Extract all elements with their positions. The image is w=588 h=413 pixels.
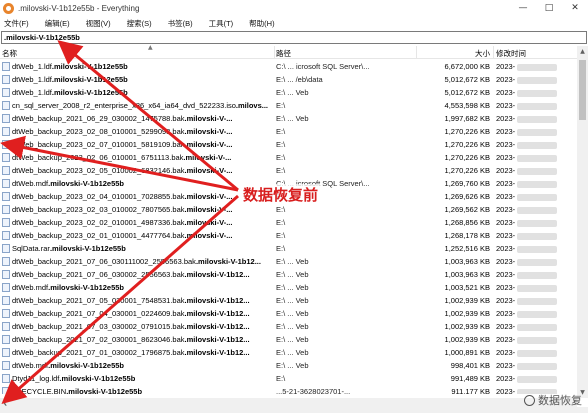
annotation-label: 数据恢复前	[241, 184, 321, 205]
arrow-to-list-top	[0, 135, 239, 192]
arrow-to-search	[57, 40, 239, 192]
watermark-text: 数据恢复	[538, 394, 582, 407]
watermark-logo-icon	[524, 395, 535, 406]
annotation-arrows	[0, 40, 239, 404]
arrow-to-list-bottom	[1, 194, 239, 404]
watermark: 数据恢复	[524, 392, 582, 408]
